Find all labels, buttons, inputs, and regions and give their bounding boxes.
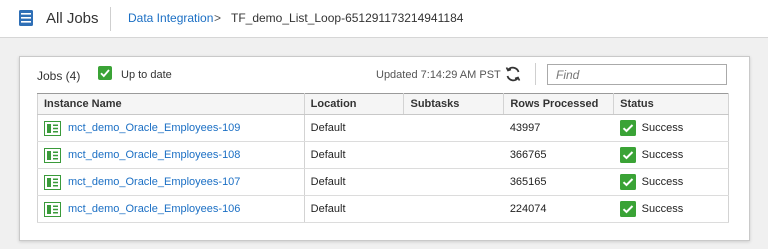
column-header-instance-name[interactable]: Instance Name — [37, 93, 305, 115]
mapping-task-icon — [44, 147, 61, 163]
rows-processed-cell: 365165 — [503, 168, 614, 196]
breadcrumb-data-integration[interactable]: Data Integration — [128, 11, 213, 25]
status-label: Success — [641, 122, 684, 134]
job-instance-link[interactable]: mct_demo_Oracle_Employees-108 — [68, 149, 240, 161]
success-check-icon — [619, 174, 636, 190]
mapping-task-icon — [44, 174, 61, 190]
header-divider — [110, 7, 111, 31]
checkmark-icon — [100, 69, 110, 78]
table-header-row: Instance Name Location Subtasks Rows Pro… — [37, 93, 729, 115]
refresh-icon[interactable] — [504, 65, 522, 83]
location-cell: Default — [304, 195, 404, 223]
subtasks-cell — [403, 168, 504, 196]
job-instance-link[interactable]: mct_demo_Oracle_Employees-107 — [68, 176, 240, 188]
table-row[interactable]: mct_demo_Oracle_Employees-109 Default 43… — [37, 114, 729, 142]
rows-processed-cell: 43997 — [503, 114, 614, 142]
column-header-rows-processed[interactable]: Rows Processed — [503, 93, 615, 115]
success-check-icon — [619, 120, 636, 136]
column-header-status[interactable]: Status — [613, 93, 729, 115]
subtasks-cell — [403, 195, 504, 223]
column-header-location[interactable]: Location — [304, 93, 405, 115]
location-cell: Default — [304, 141, 404, 169]
table-row[interactable]: mct_demo_Oracle_Employees-108 Default 36… — [37, 141, 729, 169]
find-input[interactable] — [547, 64, 727, 85]
rows-processed-cell: 366765 — [503, 141, 614, 169]
job-instance-link[interactable]: mct_demo_Oracle_Employees-106 — [68, 203, 240, 215]
breadcrumb-separator: > — [214, 11, 222, 25]
updated-timestamp: Updated 7:14:29 AM PST — [376, 69, 501, 81]
up-to-date-checkbox[interactable] — [98, 66, 112, 80]
jobs-count-label: Jobs (4) — [37, 69, 81, 83]
status-label: Success — [641, 149, 684, 161]
toolbar-divider — [535, 63, 536, 85]
mapping-task-icon — [44, 120, 61, 136]
job-instance-link[interactable]: mct_demo_Oracle_Employees-109 — [68, 122, 240, 134]
table-row[interactable]: mct_demo_Oracle_Employees-106 Default 22… — [37, 195, 729, 223]
jobs-table: Instance Name Location Subtasks Rows Pro… — [37, 93, 729, 223]
subtasks-cell — [403, 141, 504, 169]
rows-processed-cell: 224074 — [503, 195, 614, 223]
location-cell: Default — [304, 114, 404, 142]
breadcrumb-current: TF_demo_List_Loop-651291173214941184 — [231, 11, 464, 25]
table-row[interactable]: mct_demo_Oracle_Employees-107 Default 36… — [37, 168, 729, 196]
subtasks-cell — [403, 114, 504, 142]
jobs-list-icon — [19, 10, 33, 26]
mapping-task-icon — [44, 201, 61, 217]
jobs-panel: Jobs (4) Up to date Updated 7:14:29 AM P… — [19, 56, 750, 241]
success-check-icon — [619, 201, 636, 217]
page-title: All Jobs — [46, 10, 99, 27]
status-label: Success — [641, 176, 684, 188]
success-check-icon — [619, 147, 636, 163]
up-to-date-label: Up to date — [121, 69, 172, 81]
column-header-subtasks[interactable]: Subtasks — [403, 93, 505, 115]
status-label: Success — [641, 203, 684, 215]
top-header: All Jobs Data Integration > TF_demo_List… — [0, 0, 768, 38]
location-cell: Default — [304, 168, 404, 196]
